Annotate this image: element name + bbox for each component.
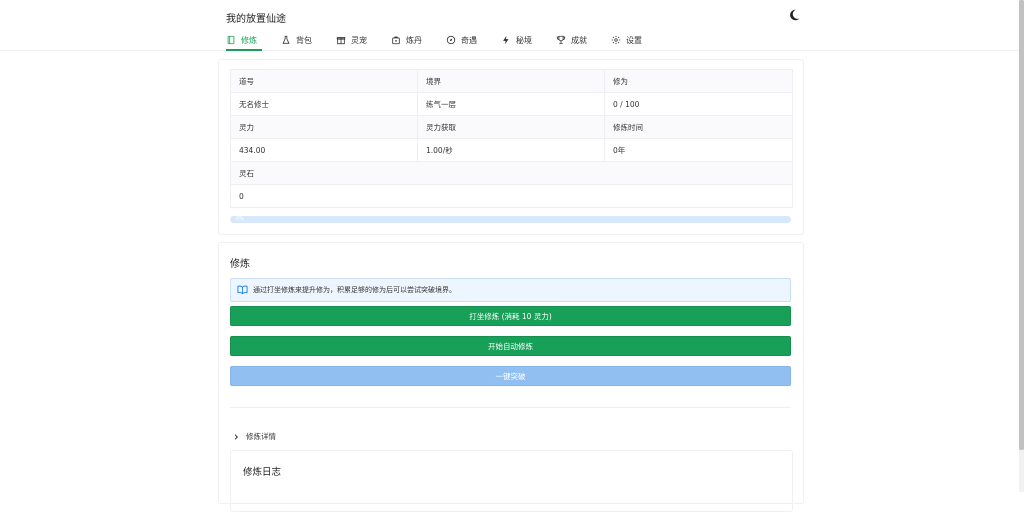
details-label: 修炼详情 [246, 432, 276, 441]
divider [230, 407, 791, 408]
info-text: 通过打坐修炼来提升修为，积累足够的修为后可以尝试突破境界。 [253, 286, 456, 294]
cultivate-card: 修炼 通过打坐修炼来提升修为，积累足够的修为后可以尝试突破境界。 打坐修炼 (消… [218, 242, 804, 512]
tab-achievements[interactable]: 成就 [556, 32, 587, 48]
app-header: 我的放置仙途 修炼 背包 灵宠 炼丹 奇遇 秘境 成就 设置 [0, 0, 1019, 51]
scrollbar-thumb[interactable] [1019, 0, 1024, 450]
stats-value-realm: 练气一层 [418, 93, 605, 116]
breakthrough-button[interactable]: 一键突破 [230, 366, 791, 386]
stats-label-cultivation: 修为 [605, 70, 792, 93]
bolt-icon [503, 35, 509, 45]
open-book-icon [237, 285, 248, 295]
gift-icon [336, 37, 346, 45]
stats-value-stones: 0 [231, 185, 792, 208]
stats-grid: 道号 境界 修为 无名修士 练气一层 0 / 100 灵力 灵力获取 修炼时间 … [230, 69, 793, 208]
tab-label: 奇遇 [461, 35, 477, 45]
active-tab-indicator [226, 49, 262, 51]
cultivation-progress-bar: 0% [230, 216, 791, 223]
stats-label-stones: 灵石 [231, 162, 792, 185]
info-alert: 通过打坐修炼来提升修为，积累足够的修为后可以尝试突破境界。 [230, 278, 791, 302]
compass-icon [446, 35, 456, 45]
scrollbar-track[interactable] [1019, 0, 1024, 492]
progress-text: 0% [236, 216, 244, 222]
stats-label-spirit-rate: 灵力获取 [418, 116, 605, 139]
meditate-button[interactable]: 打坐修炼 (消耗 10 灵力) [230, 306, 791, 326]
trophy-icon [556, 35, 566, 44]
stats-value-daohao: 无名修士 [231, 93, 418, 116]
main-nav: 修炼 背包 灵宠 炼丹 奇遇 秘境 成就 设置 [226, 32, 666, 48]
stats-value-cultivation: 0 / 100 [605, 93, 792, 116]
stats-label-daohao: 道号 [231, 70, 418, 93]
chevron-right-icon [234, 433, 239, 440]
tab-label: 灵宠 [351, 35, 367, 45]
tab-pets[interactable]: 灵宠 [336, 32, 367, 48]
app-title: 我的放置仙途 [226, 14, 286, 25]
cultivation-details-toggle[interactable]: 修炼详情 [232, 431, 276, 442]
tab-label: 秘境 [516, 35, 532, 45]
log-title: 修炼日志 [243, 467, 282, 478]
tab-label: 背包 [296, 35, 312, 45]
stats-label-time: 修炼时间 [605, 116, 792, 139]
stats-value-spirit-rate: 1.00/秒 [418, 139, 605, 162]
stats-value-time: 0年 [605, 139, 792, 162]
bag-icon [392, 36, 400, 45]
tab-label: 设置 [626, 35, 642, 45]
stats-card: 道号 境界 修为 无名修士 练气一层 0 / 100 灵力 灵力获取 修炼时间 … [218, 59, 804, 235]
stats-label-spirit: 灵力 [231, 116, 418, 139]
tab-adventure[interactable]: 奇遇 [446, 32, 477, 48]
flask-icon [282, 35, 290, 44]
section-title: 修炼 [230, 259, 250, 270]
stats-label-realm: 境界 [418, 70, 605, 93]
tab-inventory[interactable]: 背包 [281, 32, 312, 48]
book-icon [227, 35, 235, 45]
auto-cultivate-button[interactable]: 开始自动修炼 [230, 336, 791, 356]
tab-label: 修炼 [241, 35, 257, 45]
moon-icon [790, 9, 800, 21]
tab-secret-realm[interactable]: 秘境 [501, 32, 532, 48]
theme-toggle-button[interactable] [787, 8, 801, 22]
tab-label: 成就 [571, 35, 587, 45]
gear-icon [611, 35, 621, 45]
tab-alchemy[interactable]: 炼丹 [391, 32, 422, 48]
stats-value-spirit: 434.00 [231, 139, 418, 162]
tab-label: 炼丹 [406, 35, 422, 45]
tab-settings[interactable]: 设置 [611, 32, 642, 48]
cultivation-log: 修炼日志 [230, 450, 793, 512]
tab-cultivate[interactable]: 修炼 [226, 32, 257, 48]
